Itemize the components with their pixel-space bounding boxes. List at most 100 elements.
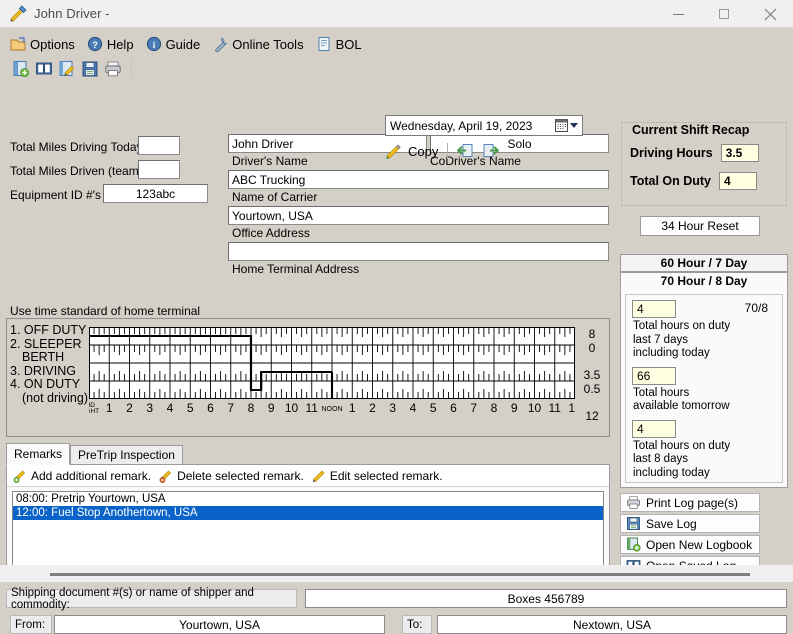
hours-recap-inner: 70/8 4 Total hours on duty last 7 days inc… xyxy=(625,294,783,483)
driving-hours-label: Driving Hours xyxy=(630,146,713,160)
remark-list-item[interactable]: 08:00: Pretrip Yourtown, USA xyxy=(13,492,603,506)
home-terminal-input[interactable] xyxy=(228,242,609,261)
34-hour-reset-button[interactable]: 34 Hour Reset xyxy=(640,216,760,236)
save-log-label: Save Log xyxy=(646,516,697,531)
calendar-icon xyxy=(555,119,568,132)
svg-text:1: 1 xyxy=(349,401,356,415)
window-title: John Driver - xyxy=(34,6,110,21)
from-label: From: xyxy=(10,615,52,634)
tab-remarks[interactable]: Remarks xyxy=(6,443,71,465)
office-address-label: Office Address xyxy=(232,226,310,240)
menu-item-help[interactable]: ? Help xyxy=(85,35,144,53)
svg-text:6: 6 xyxy=(450,401,457,415)
add-remark-label: Add additional remark. xyxy=(31,468,152,483)
svg-text:7: 7 xyxy=(227,401,234,415)
current-shift-recap-title: Current Shift Recap xyxy=(628,123,754,137)
application-window: John Driver - Options ? Help i Guide Onl… xyxy=(0,0,793,634)
open-book-icon[interactable] xyxy=(35,60,53,78)
copy-previous-day-icon[interactable] xyxy=(457,142,475,160)
svg-text:6: 6 xyxy=(207,401,214,415)
to-input[interactable]: Nextown, USA xyxy=(437,615,787,634)
remarks-tab-strip: Remarks PreTrip Inspection xyxy=(6,443,183,465)
close-icon xyxy=(764,8,777,21)
date-dropdown-button[interactable] xyxy=(555,119,582,132)
hours-on-duty-8day-value[interactable]: 4 xyxy=(632,419,676,438)
svg-text:3: 3 xyxy=(389,401,396,415)
window-controls xyxy=(655,0,793,28)
save-log-button[interactable]: Save Log xyxy=(620,514,760,533)
duty-status-row-labels: 1. OFF DUTY 2. SLEEPER BERTH 3. DRIVING … xyxy=(10,323,90,405)
svg-text:2: 2 xyxy=(126,401,133,415)
tab-60-hour-7-day[interactable]: 60 Hour / 7 Day xyxy=(620,254,788,272)
remarks-toolbar: Add additional remark. Delete selected r… xyxy=(7,465,609,487)
total-on-duty-value[interactable]: 4 xyxy=(719,172,758,190)
row-label-driving: 3. DRIVING xyxy=(10,363,76,378)
duty-status-chart[interactable]: MIDNIGHT1234567891011NOON123456789101112 xyxy=(89,327,575,425)
chevron-down-icon xyxy=(570,123,578,128)
copy-next-day-icon[interactable] xyxy=(481,142,500,160)
hours-on-duty-8day-caption: Total hours on duty last 8 days including … xyxy=(633,439,731,479)
toolbar-divider xyxy=(131,60,132,78)
copy-toolbar: Copy xyxy=(385,140,500,162)
to-label: To: xyxy=(402,615,432,634)
print-icon[interactable] xyxy=(104,60,122,78)
bottom-status-bar xyxy=(0,565,793,582)
menu-item-guide[interactable]: i Guide xyxy=(144,35,211,53)
shipping-document-input[interactable]: Boxes 456789 xyxy=(305,589,787,608)
hours-on-duty-7day-caption: Total hours on duty last 7 days including … xyxy=(633,320,731,359)
svg-text:3: 3 xyxy=(146,401,153,415)
svg-text:2: 2 xyxy=(369,401,376,415)
carrier-name-input[interactable]: ABC Trucking xyxy=(228,170,609,189)
remark-list-item[interactable]: 12:00: Fuel Stop Anothertown, USA xyxy=(13,506,603,520)
equipment-id-input[interactable]: 123abc xyxy=(103,184,208,203)
options-folder-icon xyxy=(10,36,26,52)
hours-available-tomorrow-caption: Total hours available tomorrow xyxy=(633,386,730,413)
copy-button[interactable]: Copy xyxy=(408,144,438,159)
open-new-logbook-button[interactable]: Open New Logbook xyxy=(620,535,760,554)
miles-team-input[interactable] xyxy=(138,160,180,179)
total-on-duty-row: Total On Duty 4 xyxy=(630,172,758,190)
hours-on-duty-7day-value[interactable]: 4 xyxy=(632,300,676,318)
save-icon[interactable] xyxy=(81,60,99,78)
svg-text:10: 10 xyxy=(528,401,542,415)
edit-remark-icon xyxy=(312,468,327,483)
icon-toolbar xyxy=(0,56,793,82)
svg-text:7: 7 xyxy=(470,401,477,415)
tab-pretrip-inspection[interactable]: PreTrip Inspection xyxy=(70,445,183,465)
menu-item-bol[interactable]: BOL xyxy=(314,35,372,53)
new-logbook-icon[interactable] xyxy=(12,60,30,78)
help-circle-icon: ? xyxy=(87,36,103,52)
use-time-standard-label: Use time standard of home terminal xyxy=(10,304,201,318)
delete-remark-button[interactable]: Delete selected remark. xyxy=(159,468,304,483)
remarks-list[interactable]: 08:00: Pretrip Yourtown, USA 12:00: Fuel… xyxy=(12,491,604,575)
print-log-pages-button[interactable]: Print Log page(s) xyxy=(620,493,760,512)
miles-today-input[interactable] xyxy=(138,136,180,155)
hours-tab-strip: 60 Hour / 7 Day 70 Hour / 8 Day xyxy=(620,254,788,290)
driving-hours-row: Driving Hours 3.5 xyxy=(630,144,759,162)
remarks-panel: Add additional remark. Delete selected r… xyxy=(6,464,610,581)
svg-text:5: 5 xyxy=(187,401,194,415)
row-label-sleeper: 2. SLEEPER xyxy=(10,336,82,351)
edit-remark-button[interactable]: Edit selected remark. xyxy=(312,468,443,483)
menu-item-online-tools[interactable]: Online Tools xyxy=(210,35,313,53)
log-date-picker[interactable]: Wednesday, April 19, 2023 xyxy=(385,115,583,136)
tab-70-hour-8-day[interactable]: 70 Hour / 8 Day xyxy=(620,272,788,290)
from-input[interactable]: Yourtown, USA xyxy=(54,615,385,634)
hours-available-tomorrow-value[interactable]: 66 xyxy=(632,366,676,385)
duty-status-totals: 8 0 3.5 0.5 12 xyxy=(578,327,606,423)
office-address-input[interactable]: Yourtown, USA xyxy=(228,206,609,225)
svg-text:8: 8 xyxy=(248,401,255,415)
row-label-off-duty: 1. OFF DUTY xyxy=(10,323,87,337)
close-button[interactable] xyxy=(747,0,793,28)
menu-item-options[interactable]: Options xyxy=(8,35,85,53)
minimize-button[interactable] xyxy=(655,0,701,28)
maximize-button[interactable] xyxy=(701,0,747,28)
add-remark-button[interactable]: Add additional remark. xyxy=(13,468,151,483)
row-label-not-driving: (not driving) xyxy=(22,390,88,405)
miles-team-label: Total Miles Driven (team) xyxy=(10,164,143,178)
menu-label-help: Help xyxy=(106,36,134,52)
svg-text:8: 8 xyxy=(491,401,498,415)
minimize-icon xyxy=(672,13,684,15)
driving-hours-value[interactable]: 3.5 xyxy=(720,144,759,162)
edit-log-icon[interactable] xyxy=(58,60,76,78)
